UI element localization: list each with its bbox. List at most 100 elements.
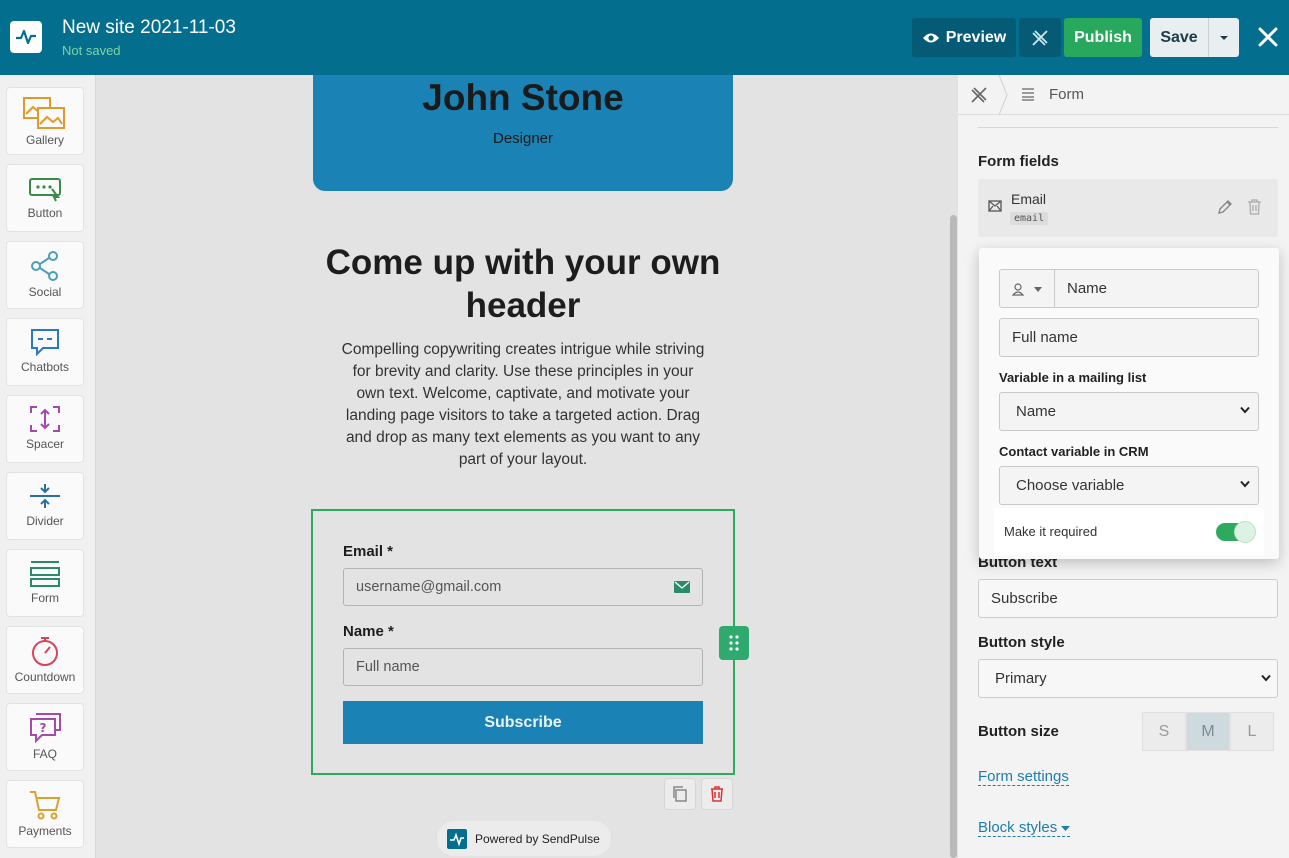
duplicate-block-button[interactable] [664, 778, 696, 810]
sidebar-item-label: Chatbots [20, 360, 70, 374]
blocks-sidebar: Gallery Button Social Chatbots Spacer Di… [0, 75, 96, 858]
sidebar-item-label: Social [28, 285, 62, 299]
email-label: Email * [343, 543, 394, 560]
email-field-tag: email [1010, 212, 1049, 225]
size-s-button[interactable]: S [1142, 712, 1186, 751]
sidebar-item-label: Spacer [25, 437, 65, 451]
user-icon [1012, 283, 1024, 296]
breadcrumb-separator-icon [998, 75, 1008, 115]
sidebar-item-divider[interactable]: Divider [6, 472, 84, 540]
block-styles-label: Block styles [978, 819, 1058, 836]
tools-icon[interactable] [970, 86, 988, 104]
sidebar-item-form[interactable]: Form [6, 549, 84, 617]
form-settings-link[interactable]: Form settings [978, 768, 1069, 786]
sidebar-item-label: Form [31, 591, 59, 605]
mailing-variable-value: Name [1016, 403, 1057, 420]
powered-by-badge[interactable]: Powered by SendPulse [437, 821, 611, 856]
sidebar-item-label: Gallery [25, 133, 64, 147]
size-l-button[interactable]: L [1230, 712, 1274, 751]
sidebar-item-label: Payments [18, 824, 72, 838]
button-icon [29, 178, 61, 202]
profile-card[interactable]: John Stone Designer [313, 75, 733, 191]
trash-icon[interactable] [1247, 199, 1262, 215]
chevron-down-icon [1240, 406, 1250, 414]
name-field[interactable]: Full name [343, 648, 703, 686]
close-icon[interactable] [1255, 24, 1281, 50]
form-icon [1022, 88, 1034, 101]
chevron-down-icon [1261, 674, 1271, 682]
button-style-value: Primary [995, 670, 1047, 687]
form-icon [30, 561, 60, 587]
delete-block-button[interactable] [701, 778, 733, 810]
block-styles-link[interactable]: Block styles [978, 819, 1071, 837]
button-text-input[interactable]: Subscribe [978, 579, 1278, 618]
caret-down-icon [1061, 826, 1071, 831]
profile-role[interactable]: Designer [313, 130, 733, 147]
tools-icon [1032, 29, 1048, 46]
faq-icon: ? [30, 713, 61, 744]
email-field[interactable]: username@gmail.com [343, 568, 703, 606]
sidebar-item-label: Divider [26, 514, 64, 528]
field-icon-select[interactable] [999, 269, 1055, 308]
site-title[interactable]: New site 2021-11-03 [62, 17, 236, 39]
size-m-button[interactable]: M [1186, 712, 1230, 751]
subscribe-button[interactable]: Subscribe [343, 701, 703, 744]
save-button[interactable]: Save [1150, 18, 1208, 57]
sidebar-item-label: Countdown [14, 670, 76, 684]
eye-icon [922, 33, 939, 42]
sidebar-item-chatbots[interactable]: Chatbots [6, 318, 84, 386]
name-placeholder: Full name [356, 659, 420, 675]
page-body-text[interactable]: Compelling copywriting creates intrigue … [338, 339, 708, 471]
cart-icon [30, 791, 61, 820]
profile-name[interactable]: John Stone [313, 77, 733, 119]
email-field-row[interactable]: Email email [978, 179, 1278, 237]
save-dropdown-button[interactable] [1208, 18, 1239, 57]
required-toggle[interactable] [1216, 521, 1256, 543]
share-icon [31, 251, 58, 281]
caret-down-icon [1034, 287, 1042, 292]
sidebar-item-label: FAQ [32, 747, 57, 761]
mail-icon [674, 581, 690, 593]
field-placeholder-input[interactable]: Full name [999, 318, 1259, 357]
button-style-title: Button style [978, 634, 1065, 651]
mailing-variable-label: Variable in a mailing list [999, 370, 1147, 385]
divider-icon [30, 484, 60, 508]
email-placeholder: username@gmail.com [356, 579, 502, 595]
form-block[interactable]: Email * username@gmail.com Name * Full n… [311, 509, 735, 775]
sidebar-item-countdown[interactable]: Countdown [6, 626, 84, 694]
page-headline[interactable]: Come up with your own header [313, 241, 733, 327]
field-name-input[interactable]: Name [1054, 269, 1259, 308]
caret-down-icon [1220, 35, 1228, 40]
sidebar-item-label: Button [27, 206, 63, 220]
crm-variable-label: Contact variable in CRM [999, 444, 1149, 459]
crm-variable-select[interactable]: Choose variable [999, 466, 1259, 505]
sidebar-item-gallery[interactable]: Gallery [6, 87, 84, 155]
mailing-variable-select[interactable]: Name [999, 392, 1259, 431]
button-size-title: Button size [978, 723, 1059, 740]
sidebar-item-faq[interactable]: ? FAQ [6, 703, 84, 771]
form-fields-title: Form fields [978, 153, 1059, 170]
preview-button[interactable]: Preview [912, 18, 1016, 57]
mail-icon [988, 200, 1002, 212]
edit-icon[interactable] [1217, 199, 1233, 215]
sidebar-item-button[interactable]: Button [6, 164, 84, 232]
button-style-select[interactable]: Primary [978, 659, 1278, 698]
canvas-scrollbar[interactable] [950, 215, 957, 858]
chat-icon [31, 329, 59, 357]
sendpulse-logo-icon[interactable] [10, 21, 42, 53]
design-tools-button[interactable] [1019, 18, 1061, 57]
preview-label: Preview [945, 28, 1007, 46]
sidebar-item-social[interactable]: Social [6, 241, 84, 309]
spacer-icon [30, 406, 60, 432]
breadcrumb-current: Form [1049, 86, 1084, 103]
toggle-knob [1234, 521, 1256, 543]
publish-button[interactable]: Publish [1064, 18, 1142, 57]
panel-divider [978, 127, 1278, 128]
chevron-down-icon [1240, 480, 1250, 488]
drag-handle-icon[interactable] [719, 626, 749, 660]
powered-by-text: Powered by SendPulse [475, 831, 600, 846]
sidebar-item-payments[interactable]: Payments [6, 780, 84, 848]
sendpulse-logo-icon [447, 828, 467, 849]
sidebar-item-spacer[interactable]: Spacer [6, 395, 84, 463]
crm-variable-value: Choose variable [1016, 477, 1125, 494]
